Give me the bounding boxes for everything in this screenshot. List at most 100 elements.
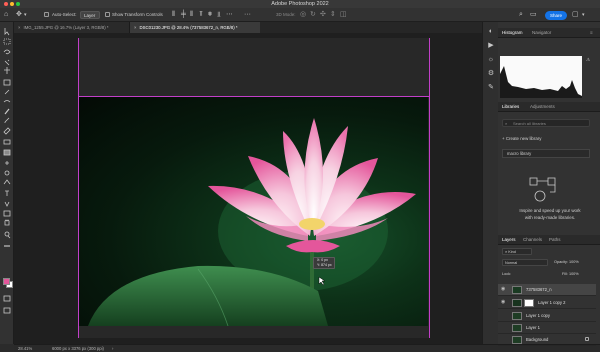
search-libraries-input[interactable]: ⌕ Search all libraries xyxy=(502,119,590,127)
close-icon[interactable]: × xyxy=(134,25,137,30)
eraser-tool-icon[interactable] xyxy=(3,139,11,145)
doc-tab-dsc01230[interactable]: × DSC01230.JPG @ 28.4% (737583672_n, RGB/… xyxy=(130,22,260,33)
layer-row[interactable]: ◉ Layer 1 copy 2 xyxy=(498,297,596,309)
layer-row[interactable]: Layer 1 xyxy=(498,322,596,334)
crop-tool-icon[interactable] xyxy=(4,67,10,74)
color-panel-icon[interactable]: ◐ xyxy=(487,28,495,36)
home-icon[interactable]: ⌂ xyxy=(4,11,8,19)
auto-select-dropdown[interactable]: Layer xyxy=(80,11,100,19)
screen-mode-icon[interactable] xyxy=(3,307,11,314)
lotus-photo[interactable]: X: 0 px Y: 874 px xyxy=(78,96,428,326)
document-size: 6000 px x 3376 px (300 ppi) xyxy=(52,346,104,351)
layer-name[interactable]: 737583672_n xyxy=(526,287,552,292)
layer-row[interactable]: ◉ 737583672_n xyxy=(498,284,596,296)
tab-libraries[interactable]: Libraries xyxy=(502,104,519,109)
tab-channels[interactable]: Channels xyxy=(523,237,542,242)
3d-roll-icon[interactable]: ↻ xyxy=(310,11,316,19)
tab-paths[interactable]: Paths xyxy=(549,237,561,242)
quick-select-tool-icon[interactable] xyxy=(4,59,10,66)
show-transform-checkbox[interactable] xyxy=(105,12,110,17)
3d-pan-icon[interactable]: ✣ xyxy=(320,11,326,19)
layer-mask-thumbnail[interactable] xyxy=(524,299,534,307)
more-options-icon[interactable]: ··· xyxy=(244,11,251,19)
adjustments-icon[interactable]: ☼ xyxy=(487,56,495,64)
align-right-icon[interactable]: ⫴ xyxy=(190,11,193,19)
eye-icon[interactable]: ◉ xyxy=(501,287,505,292)
frame-tool-icon[interactable] xyxy=(3,79,11,86)
lock-icon[interactable] xyxy=(585,337,589,341)
close-icon[interactable]: × xyxy=(18,25,21,30)
move-tool-icon[interactable]: ✥ xyxy=(16,11,22,19)
libraries-illustration-icon xyxy=(529,177,556,202)
hand-tool-icon[interactable] xyxy=(4,219,10,226)
blur-tool-icon[interactable] xyxy=(5,161,9,165)
zoom-tool-icon[interactable] xyxy=(4,231,10,237)
align-bottom-icon[interactable]: ⫫ xyxy=(217,11,221,19)
clone-stamp-tool-icon[interactable] xyxy=(4,117,10,123)
tab-adjustments[interactable]: Adjustments xyxy=(530,104,555,109)
eye-icon[interactable]: ◉ xyxy=(501,300,505,305)
horizontal-guide[interactable] xyxy=(78,96,430,97)
path-selection-tool-icon[interactable] xyxy=(4,201,10,207)
3d-slide-icon[interactable]: ⇕ xyxy=(330,11,336,19)
kind-filter-select[interactable]: ⌕ Kind xyxy=(502,248,532,255)
canvas-area[interactable]: X: 0 px Y: 874 px xyxy=(14,33,482,344)
chevron-down-icon[interactable]: ▾ xyxy=(24,11,27,19)
type-tool-icon[interactable] xyxy=(5,190,9,196)
brush-tool-icon[interactable] xyxy=(4,108,10,115)
gradient-tool-icon[interactable] xyxy=(3,149,11,156)
marquee-tool-icon[interactable] xyxy=(3,38,11,45)
lotus-center xyxy=(299,218,325,230)
auto-select-checkbox[interactable] xyxy=(44,12,49,17)
tab-layers[interactable]: Layers xyxy=(502,237,516,242)
3d-orbit-icon[interactable]: ◎ xyxy=(300,11,306,19)
brush-settings-icon[interactable]: ✎ xyxy=(487,84,495,92)
layer-name[interactable]: Layer 1 copy xyxy=(526,313,550,318)
lasso-tool-icon[interactable] xyxy=(3,49,11,55)
chevron-right-icon[interactable]: › xyxy=(112,346,113,351)
3d-scale-icon[interactable]: ◫ xyxy=(340,11,347,19)
layer-name[interactable]: Layer 1 copy 2 xyxy=(538,300,565,305)
warning-icon[interactable]: ⚠ xyxy=(586,57,590,63)
align-center-icon[interactable]: ╪ xyxy=(181,11,186,19)
blend-mode-select[interactable]: Normal xyxy=(502,259,548,266)
foreground-color-swatch[interactable] xyxy=(3,278,10,285)
workspace-icon[interactable]: ▭ xyxy=(530,11,537,19)
layer-row[interactable]: Background xyxy=(498,334,596,346)
layer-name[interactable]: Layer 1 xyxy=(526,325,540,330)
layer-name[interactable]: Background xyxy=(526,337,548,342)
align-top-icon[interactable]: ⫪ xyxy=(199,11,203,19)
menu-icon[interactable]: ≡ xyxy=(590,30,593,35)
tab-histogram[interactable]: Histogram xyxy=(502,30,523,35)
doc-tab-img1255[interactable]: × IMG_1255.JPG @ 16.7% (Layer 3, RGB/8) * xyxy=(14,22,130,33)
share-button[interactable]: Share xyxy=(545,11,567,20)
quick-mask-icon[interactable] xyxy=(3,295,11,302)
search-icon[interactable]: ⌕ xyxy=(519,11,523,19)
properties-icon[interactable]: ⚙ xyxy=(487,70,495,78)
tab-navigator[interactable]: Navigator xyxy=(532,30,551,35)
eyedropper-tool-icon[interactable] xyxy=(4,89,10,95)
layers-panel-header: Layers Channels Paths xyxy=(498,235,600,245)
workspace-switcher-icon[interactable]: ▢ xyxy=(572,11,579,19)
library-select[interactable]: macro library xyxy=(502,149,590,158)
history-brush-tool-icon[interactable] xyxy=(3,127,11,135)
vertical-guide-left[interactable] xyxy=(78,38,79,338)
pen-tool-icon[interactable] xyxy=(3,179,11,185)
rectangle-tool-icon[interactable] xyxy=(3,210,11,217)
distribute-icon[interactable]: ⋯ xyxy=(226,11,233,19)
more-tools-icon[interactable] xyxy=(4,245,6,247)
fill-field[interactable]: Fill: 100% xyxy=(562,272,579,276)
histogram-graph xyxy=(500,66,582,98)
align-middle-icon[interactable]: ⩨ xyxy=(208,11,212,19)
create-library-button[interactable]: + Create new library xyxy=(502,136,541,141)
align-left-icon[interactable]: ⫴ xyxy=(172,11,175,19)
zoom-level[interactable]: 28.41% xyxy=(18,346,32,351)
move-tool-icon[interactable] xyxy=(4,28,10,36)
play-actions-icon[interactable]: ▶ xyxy=(487,42,495,50)
vertical-guide-right[interactable] xyxy=(429,38,430,338)
dodge-tool-icon[interactable] xyxy=(4,170,10,176)
opacity-field[interactable]: Opacity: 100% xyxy=(554,260,579,264)
chevron-down-icon[interactable]: ▾ xyxy=(582,11,585,19)
healing-brush-tool-icon[interactable] xyxy=(3,100,11,103)
layer-row[interactable]: Layer 1 copy xyxy=(498,310,596,322)
